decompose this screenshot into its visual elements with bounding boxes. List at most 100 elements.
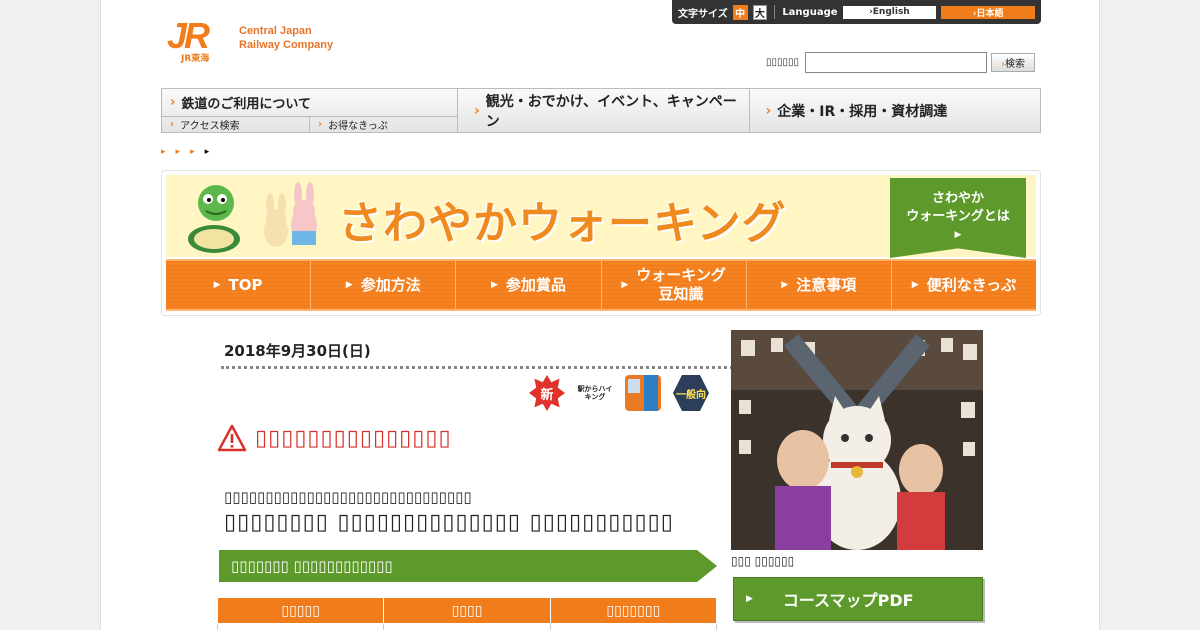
general-course-label: 一般向 [676, 389, 706, 401]
gnav-corporate-label: 企業・IR・採用・資材調達 [777, 103, 948, 120]
maneki-neko-photo-icon [731, 330, 983, 550]
about-walking-line1: さわやか [931, 191, 984, 206]
font-size-large-button[interactable]: 大 [752, 4, 768, 20]
general-course-icon: 一般向 [673, 375, 709, 411]
cancellation-notice: ▯▯▯▯▯▯▯▯▯▯▯▯▯▯▯ [217, 424, 452, 452]
company-name: Central Japan Railway Company [239, 24, 333, 52]
gnav-item-tickets[interactable]: › お得なきっぷ [310, 117, 457, 132]
tab-top-label: TOP [228, 275, 263, 294]
triangle-right-icon: ▶ [621, 279, 629, 290]
course-section-bar: ▯▯▯▯▯▯▯ ▯▯▯▯▯▯▯▯▯▯▯▯ [219, 550, 717, 582]
course-photo [731, 330, 983, 550]
table-cell [383, 623, 551, 630]
gnav-item-travel[interactable]: › 観光・おでかけ、イベント、キャンペーン [458, 89, 750, 132]
company-name-line2: Railway Company [239, 39, 334, 51]
breadcrumb-item[interactable]: ▸ [161, 147, 166, 157]
new-course-icon: 新 [529, 375, 565, 411]
jr-logo-sub: JR東海 [181, 54, 210, 64]
font-size-medium-button[interactable]: 中 [732, 4, 748, 20]
event-subtitle: ▯▯▯▯▯▯▯▯▯▯▯▯▯▯▯▯▯▯▯▯▯▯▯▯▯▯▯▯▯▯ [224, 488, 472, 506]
triangle-right-icon: ▶ [781, 279, 789, 290]
chevron-right-icon: › [170, 95, 176, 110]
triangle-right-icon: ▶ [911, 279, 919, 290]
tab-walking-tips-label: ウォーキング 豆知識 [636, 266, 726, 303]
language-label: Language [782, 6, 838, 18]
triangle-right-icon: ▶ [213, 279, 221, 290]
gnav-access-label: アクセス検索 [180, 121, 240, 132]
breadcrumb-item[interactable]: ▸ [176, 147, 181, 157]
course-info-table: ▯▯▯▯▯ ▯▯▯▯ ▯▯▯▯▯▯▯ [216, 597, 718, 630]
page: JR JR東海 Central Japan Railway Company 文字… [100, 0, 1100, 630]
search-button-label: 検索 [1005, 59, 1026, 70]
course-map-pdf-label: コースマップPDF [782, 591, 914, 610]
table-header: ▯▯▯▯▯▯▯ [549, 597, 718, 624]
breadcrumb: ▸ ▸ ▸ ▸ [161, 147, 209, 157]
triangle-right-icon: ▶ [954, 230, 962, 240]
tab-notes[interactable]: ▶ 注意事項 [746, 261, 892, 309]
about-walking-line2: ウォーキングとは [906, 209, 1010, 224]
divider [221, 366, 811, 369]
table-header: ▯▯▯▯▯ [216, 597, 385, 624]
warning-icon [217, 424, 247, 452]
tab-tickets[interactable]: ▶ 便利なきっぷ [891, 261, 1037, 309]
course-title: ▯▯▯▯▯▯▯▯ ▯▯▯▯▯▯▯▯▯▯▯▯▯▯ ▯▯▯▯▯▯▯▯▯▯▯ [224, 510, 674, 535]
gnav-rail-label: 鉄道のご利用について [181, 97, 311, 112]
triangle-right-icon: ▶ [746, 594, 753, 604]
new-course-label: 新 [540, 387, 554, 403]
tab-tickets-label: 便利なきっぷ [926, 275, 1017, 294]
gnav-rail-subitems: › アクセス検索 › お得なきっぷ [162, 117, 457, 132]
jr-central-logo[interactable]: JR JR東海 Central Japan Railway Company [167, 15, 333, 65]
mascot-illustration-icon [188, 182, 317, 253]
chevron-right-icon: › [765, 102, 772, 119]
triangle-right-icon: ▶ [345, 279, 353, 290]
gnav-item-corporate[interactable]: › 企業・IR・採用・資材調達 [750, 89, 1041, 132]
language-english-button[interactable]: ›English [842, 5, 937, 19]
site-search: ▯▯▯▯▯▯ ›検索 [766, 52, 1036, 73]
gnav-item-access[interactable]: › アクセス検索 [162, 117, 310, 132]
table-cell [549, 623, 718, 630]
tab-prizes-label: 参加賞品 [505, 275, 566, 294]
tab-notes-label: 注意事項 [796, 275, 857, 294]
banner-header: さわやかウォーキング さわやか ウォーキングとは ▶ [166, 175, 1036, 258]
divider [774, 5, 776, 19]
utility-bar: 文字サイズ 中 大 Language ›English ›日本語 [672, 0, 1041, 24]
font-size-label: 文字サイズ [678, 8, 728, 20]
breadcrumb-item[interactable]: ▸ [190, 147, 195, 157]
language-japanese-button[interactable]: ›日本語 [941, 5, 1035, 19]
chevron-right-icon: › [318, 119, 323, 130]
search-button[interactable]: ›検索 [991, 53, 1036, 72]
tab-prizes[interactable]: ▶ 参加賞品 [456, 261, 602, 309]
tab-walking-tips[interactable]: ▶ ウォーキング 豆知識 [601, 261, 747, 309]
walking-banner: さわやかウォーキング さわやか ウォーキングとは ▶ ▶ TOP ▶ 参加方法 ▶ 参… [161, 170, 1041, 316]
search-label: ▯▯▯▯▯▯ [766, 57, 800, 68]
photo-caption: ▯▯▯ ▯▯▯▯▯▯ [731, 554, 795, 568]
jr-logo-letters: JR [167, 15, 210, 56]
gnav-travel-label: 観光・おでかけ、イベント、キャンペーン [485, 93, 737, 130]
warning-text: ▯▯▯▯▯▯▯▯▯▯▯▯▯▯▯ [255, 425, 452, 451]
course-map-pdf-button[interactable]: ▶ コースマップPDF [733, 577, 983, 621]
table-cell [216, 623, 385, 630]
about-walking-button[interactable]: さわやか ウォーキングとは ▶ [890, 178, 1026, 258]
search-input[interactable] [805, 52, 988, 73]
course-icons: 新 駅からハイキング 一般向 [529, 375, 709, 411]
global-nav: › 鉄道のご利用について › アクセス検索 › お得なきっぷ › 観光・おでかけ、イベン… [161, 88, 1041, 133]
company-name-line1: Central Japan [239, 25, 312, 37]
gnav-tickets-label: お得なきっぷ [328, 121, 388, 132]
table-header-row: ▯▯▯▯▯ ▯▯▯▯ ▯▯▯▯▯▯▯ [216, 597, 718, 624]
walking-tabs: ▶ TOP ▶ 参加方法 ▶ 参加賞品 ▶ ウォーキング 豆知識 ▶ 注意事項 ▶ 便利なき… [166, 259, 1037, 311]
breadcrumb-current: ▸ [204, 147, 210, 157]
table-header: ▯▯▯▯ [383, 597, 551, 624]
tab-how-to-join[interactable]: ▶ 参加方法 [311, 261, 457, 309]
chevron-right-icon: › [474, 102, 480, 119]
station-hiking-icon: 駅からハイキング [577, 375, 613, 411]
jr-logo-mark: JR JR東海 [167, 15, 229, 65]
station-hiking-label: 駅からハイキング [577, 385, 613, 401]
tab-how-to-join-label: 参加方法 [360, 275, 421, 294]
triangle-right-icon: ▶ [490, 279, 498, 290]
tab-top[interactable]: ▶ TOP [166, 261, 312, 309]
gnav-item-rail[interactable]: › 鉄道のご利用について [162, 89, 457, 117]
gnav-rail-group: › 鉄道のご利用について › アクセス検索 › お得なきっぷ [162, 89, 458, 132]
event-date: 2018年9月30日(日) [224, 342, 371, 360]
table-row [216, 623, 718, 630]
train-icon [625, 375, 661, 411]
